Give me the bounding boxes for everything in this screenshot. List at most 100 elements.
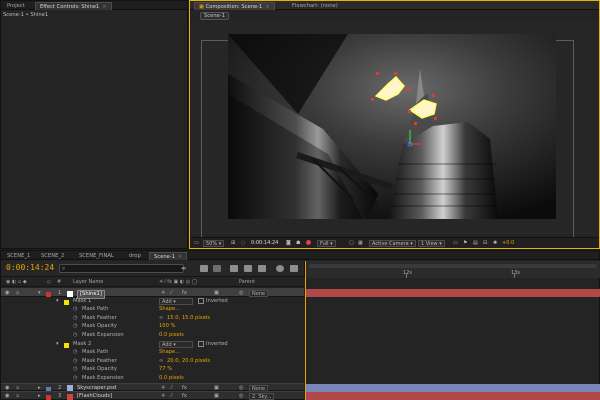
close-icon[interactable]: ×: [265, 4, 269, 10]
transparency-grid-icon[interactable]: ▦: [358, 240, 363, 247]
eye-icon[interactable]: ◉: [5, 392, 10, 400]
link-icon[interactable]: ∞: [159, 314, 163, 323]
tab-scene-final[interactable]: SCENE_FINAL: [75, 252, 118, 260]
lock-icon[interactable]: ▫: [16, 392, 20, 400]
layer-name[interactable]: [FlashClouds]: [77, 392, 112, 400]
layer-row[interactable]: ◉ ▫ ▸ 2 Skyscraper.psd ✳ ⁄ fx ▣ ◎ None: [1, 382, 304, 392]
resolution-dropdown[interactable]: Full ▾: [317, 240, 336, 247]
tab-composition[interactable]: ▣ Composition: Scene-1 ×: [194, 2, 275, 10]
stopwatch-icon[interactable]: ◷: [73, 365, 78, 374]
brainstorm-icon[interactable]: [258, 265, 266, 272]
mask-row[interactable]: ▾ Mask 2 Add ▾ Inverted: [1, 340, 304, 349]
toggle-pixel-aspect-icon[interactable]: ▭: [453, 240, 458, 247]
mask-row[interactable]: ▾ Mask 1 Add ▾ Inverted: [1, 297, 304, 306]
fast-previews-icon[interactable]: ⚑: [463, 240, 467, 247]
layer-search-input[interactable]: ⌕: [59, 264, 184, 273]
motion-blur-icon[interactable]: [244, 265, 252, 272]
tab-scene-1-upper[interactable]: SCENE_1: [3, 252, 34, 260]
mask-visibility-icon[interactable]: ◌: [241, 240, 245, 247]
stopwatch-icon[interactable]: ◷: [73, 314, 78, 323]
stopwatch-icon[interactable]: ◷: [73, 374, 78, 383]
property-value[interactable]: 15.0, 15.0 pixels: [167, 314, 210, 323]
mask-property-row[interactable]: ◷ Mask Path Shape...: [1, 305, 304, 314]
stopwatch-icon[interactable]: ◷: [73, 357, 78, 366]
close-icon[interactable]: ×: [178, 254, 182, 260]
timeline-timecode[interactable]: 0:00:14:24: [6, 263, 54, 272]
property-value[interactable]: Shape...: [159, 305, 180, 314]
layer-duration-bar[interactable]: [306, 383, 600, 392]
skyscraper-scene: [228, 34, 556, 219]
property-value[interactable]: Shape...: [159, 348, 180, 357]
stopwatch-icon[interactable]: ◷: [73, 322, 78, 331]
grid-icon[interactable]: ⊞: [231, 240, 235, 247]
mask-property-row[interactable]: ◷ Mask Opacity 100 %: [1, 322, 304, 331]
tab-project[interactable]: Project: [3, 2, 29, 10]
property-value[interactable]: 0.0 pixels: [159, 331, 184, 340]
shy-switch-icon[interactable]: ✳: [161, 392, 165, 400]
mask-property-row[interactable]: ◷ Mask Expansion 0.0 pixels: [1, 331, 304, 340]
comp-name-tab[interactable]: Scene-1: [200, 12, 229, 20]
layer-name-header[interactable]: Layer Name: [73, 279, 103, 285]
camera-dropdown[interactable]: Active Camera ▾: [369, 240, 416, 247]
tab-effect-controls[interactable]: Effect Controls: Shine1 ×: [35, 2, 112, 10]
property-value[interactable]: 100 %: [159, 322, 175, 331]
layer-duration-bar[interactable]: [306, 289, 600, 297]
composition-viewer[interactable]: [191, 22, 599, 238]
layer-row[interactable]: ◉ ▫ ▸ 3 [FlashClouds] ✳ ⁄ fx ▣ ◎ 2. Sky...: [1, 391, 304, 400]
time-ruler[interactable]: 12s 13s: [304, 261, 600, 278]
show-snapshot-icon[interactable]: ☗: [296, 240, 300, 247]
draft-3d-icon[interactable]: [200, 265, 208, 272]
3d-layer-icon[interactable]: ▣: [214, 392, 219, 400]
label-color[interactable]: [46, 394, 51, 400]
graph-editor-icon[interactable]: [290, 265, 298, 272]
stopwatch-icon[interactable]: ◷: [73, 305, 78, 314]
tab-scene-1[interactable]: Scene-1 ×: [149, 252, 188, 260]
skyscraper-image[interactable]: [228, 34, 556, 219]
link-icon[interactable]: ∞: [159, 357, 163, 366]
property-value[interactable]: 0.0 pixels: [159, 374, 184, 383]
mask-property-row[interactable]: ◷ Mask Path Shape...: [1, 348, 304, 357]
expand-arrow-icon[interactable]: ▾: [56, 297, 59, 306]
zoom-dropdown[interactable]: 50% ▾: [203, 240, 225, 247]
stopwatch-icon[interactable]: ◷: [73, 331, 78, 340]
playhead[interactable]: [305, 261, 306, 400]
property-value[interactable]: 77 %: [159, 365, 172, 374]
roi-icon[interactable]: ▢: [349, 240, 354, 247]
mask-property-row[interactable]: ◷ Mask Opacity 77 %: [1, 365, 304, 374]
mask-property-row[interactable]: ◷ Mask Feather ∞ 15.0, 15.0 pixels: [1, 314, 304, 323]
snapshot-icon[interactable]: ◙: [286, 240, 291, 247]
mask-name[interactable]: Mask 1: [73, 297, 91, 306]
mask-property-row[interactable]: ◷ Mask Feather ∞ 20.0, 20.0 pixels: [1, 357, 304, 366]
channel-icon[interactable]: [306, 240, 311, 247]
property-value[interactable]: 20.0, 20.0 pixels: [167, 357, 210, 366]
pickwhip-icon[interactable]: ◎: [239, 392, 244, 400]
mask-name[interactable]: Mask 2: [73, 340, 91, 349]
expand-arrow-icon[interactable]: ▸: [38, 392, 41, 400]
layer-row[interactable]: ◉ ▫ ▾ 1 [Shine1] ✳ ⁄ fx ▣ ◎ None: [1, 288, 304, 299]
exposure-reset-icon[interactable]: ✺: [493, 240, 497, 247]
expand-arrow-icon[interactable]: ▾: [56, 340, 59, 349]
layer-duration-bar[interactable]: [306, 392, 600, 400]
timeline-icon[interactable]: ▤: [473, 240, 478, 247]
tab-scene-2[interactable]: SCENE_2: [37, 252, 68, 260]
current-time-display[interactable]: 0:00:14:24: [251, 240, 278, 247]
composition-panel: ▣ Composition: Scene-1 × Flowchart: (none…: [189, 0, 600, 249]
exposure-value[interactable]: +0.0: [502, 240, 514, 247]
tab-flowchart[interactable]: Flowchart: (none): [288, 2, 342, 10]
region-icon[interactable]: ▭: [194, 240, 199, 247]
parent-header[interactable]: Parent: [239, 279, 255, 285]
flowchart-icon[interactable]: ⊟: [483, 240, 487, 247]
close-icon[interactable]: ×: [102, 4, 106, 10]
quality-switch-icon[interactable]: ⁄: [171, 392, 172, 400]
comp-mini-flowchart-icon[interactable]: ⇹: [181, 265, 189, 272]
auto-keyframe-icon[interactable]: [276, 265, 284, 272]
parent-dropdown[interactable]: 2. Sky...: [249, 393, 275, 400]
view-layout-dropdown[interactable]: 1 View ▾: [418, 240, 445, 247]
hide-shy-layers-icon[interactable]: [213, 265, 221, 272]
tab-drop[interactable]: drop: [125, 252, 145, 260]
effects-switch-icon[interactable]: fx: [182, 392, 187, 400]
frame-blending-icon[interactable]: [230, 265, 238, 272]
work-area-bar[interactable]: [309, 264, 597, 268]
mask-property-row[interactable]: ◷ Mask Expansion 0.0 pixels: [1, 374, 304, 383]
stopwatch-icon[interactable]: ◷: [73, 348, 78, 357]
